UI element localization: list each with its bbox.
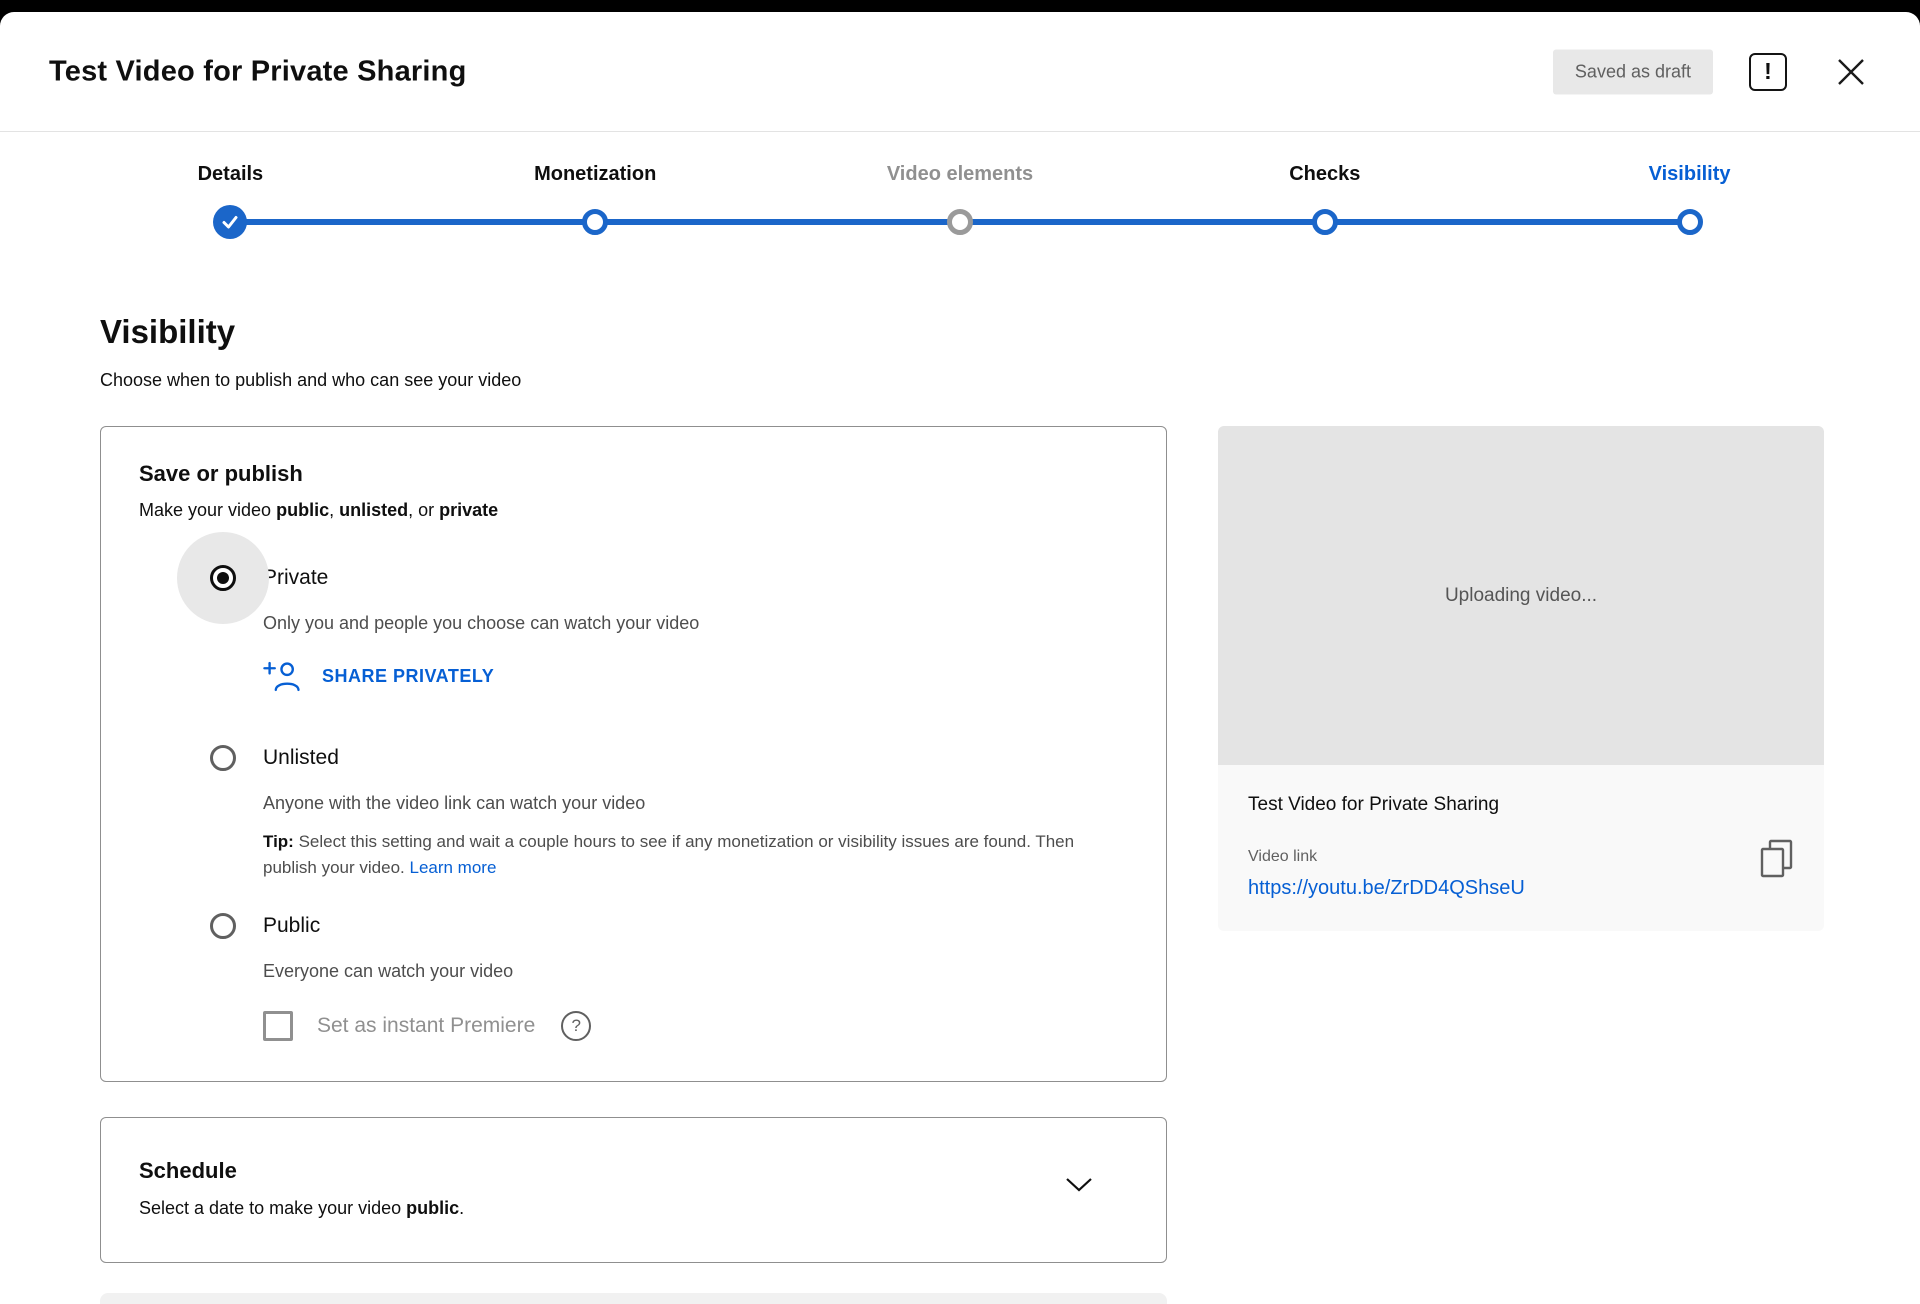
step-monetization[interactable]: Monetization — [413, 159, 778, 240]
subtitle-bold: private — [439, 500, 498, 520]
public-label[interactable]: Public — [263, 911, 1128, 941]
step-circle-icon[interactable] — [1677, 209, 1703, 235]
video-thumbnail-placeholder: Uploading video... — [1218, 426, 1824, 765]
chevron-down-icon — [1064, 1176, 1094, 1194]
unlisted-label[interactable]: Unlisted — [263, 743, 1128, 773]
schedule-card[interactable]: Schedule Select a date to make your vide… — [100, 1117, 1167, 1263]
video-link-url[interactable]: https://youtu.be/ZrDD4QShseU — [1248, 877, 1525, 899]
unlisted-radio[interactable] — [210, 745, 236, 771]
public-description: Everyone can watch your video — [263, 959, 1128, 983]
step-details[interactable]: Details — [48, 159, 413, 240]
save-or-publish-card: Save or publish Make your video public, … — [100, 426, 1167, 1082]
step-label: Details — [48, 159, 413, 189]
step-label: Visibility — [1507, 159, 1872, 189]
person-add-icon — [263, 660, 303, 693]
step-visibility[interactable]: Visibility — [1507, 159, 1872, 240]
schedule-subtitle-bold: public — [406, 1198, 459, 1218]
preview-video-title: Test Video for Private Sharing — [1248, 793, 1794, 817]
copy-link-button[interactable] — [1756, 837, 1798, 879]
page-subtitle: Choose when to publish and who can see y… — [100, 369, 521, 391]
visibility-option-private: Private Only you and people you choose c… — [139, 563, 1128, 694]
draft-status-badge: Saved as draft — [1553, 49, 1713, 94]
step-video-elements: Video elements — [778, 159, 1143, 240]
feedback-icon: ! — [1764, 60, 1772, 83]
copy-icon — [1756, 837, 1798, 879]
upload-status-text: Uploading video... — [1445, 585, 1597, 607]
dialog-header: Test Video for Private Sharing Saved as … — [0, 12, 1920, 132]
private-radio[interactable] — [210, 565, 236, 591]
subtitle-bold: unlisted — [339, 500, 408, 520]
step-checks[interactable]: Checks — [1142, 159, 1507, 240]
subtitle-text: , or — [408, 500, 439, 520]
share-privately-button[interactable]: SHARE PRIVATELY — [263, 658, 494, 694]
page-title: Visibility — [100, 313, 521, 351]
subtitle-bold: public — [276, 500, 329, 520]
subtitle-text: Make your video — [139, 500, 276, 520]
unlisted-description: Anyone with the video link can watch you… — [263, 791, 1128, 815]
video-preview-card: Uploading video... Test Video for Privat… — [1218, 426, 1824, 931]
tip-bold: Tip: — [263, 832, 294, 851]
help-icon[interactable]: ? — [561, 1011, 591, 1041]
private-description: Only you and people you choose can watch… — [263, 611, 1128, 635]
schedule-subtitle-text: Select a date to make your video — [139, 1198, 406, 1218]
public-radio[interactable] — [210, 913, 236, 939]
instant-premiere-checkbox[interactable] — [263, 1011, 293, 1041]
upload-stepper: Details Monetization Video elements Chec… — [48, 159, 1872, 271]
instant-premiere-label[interactable]: Set as instant Premiere — [317, 1014, 535, 1038]
tip-text: Select this setting and wait a couple ho… — [263, 832, 1074, 877]
learn-more-link[interactable]: Learn more — [409, 858, 496, 877]
step-circle-icon[interactable] — [1312, 209, 1338, 235]
page-heading-block: Visibility Choose when to publish and wh… — [100, 313, 521, 391]
instant-premiere-row: Set as instant Premiere ? — [263, 1008, 1128, 1044]
private-label[interactable]: Private — [263, 563, 1128, 593]
schedule-subtitle: Select a date to make your video public. — [139, 1196, 1128, 1220]
help-glyph: ? — [572, 1016, 581, 1036]
visibility-option-public: Public Everyone can watch your video Set… — [139, 911, 1128, 1044]
video-preview-info: Test Video for Private Sharing Video lin… — [1218, 765, 1824, 931]
dialog-title: Test Video for Private Sharing — [49, 55, 466, 88]
step-label: Checks — [1142, 159, 1507, 189]
close-button[interactable] — [1832, 53, 1870, 91]
schedule-subtitle-text: . — [459, 1198, 464, 1218]
share-privately-label: SHARE PRIVATELY — [322, 666, 494, 687]
close-icon — [1832, 53, 1870, 91]
step-circle-icon — [947, 209, 973, 235]
step-completed-check-icon[interactable] — [213, 205, 247, 239]
collapsed-section-partial — [100, 1293, 1167, 1304]
save-or-publish-subtitle: Make your video public, unlisted, or pri… — [139, 498, 1128, 522]
video-link-label: Video link — [1248, 847, 1794, 867]
unlisted-tip: Tip: Select this setting and wait a coup… — [263, 829, 1128, 881]
step-label: Video elements — [778, 159, 1143, 189]
schedule-title: Schedule — [139, 1158, 1128, 1184]
upload-dialog: Test Video for Private Sharing Saved as … — [0, 12, 1920, 1304]
visibility-option-unlisted: Unlisted Anyone with the video link can … — [139, 743, 1128, 881]
step-circle-icon[interactable] — [582, 209, 608, 235]
subtitle-text: , — [329, 500, 339, 520]
step-label: Monetization — [413, 159, 778, 189]
save-or-publish-title: Save or publish — [139, 461, 1128, 487]
feedback-button[interactable]: ! — [1749, 53, 1787, 91]
schedule-expand-button[interactable] — [1064, 1176, 1094, 1194]
